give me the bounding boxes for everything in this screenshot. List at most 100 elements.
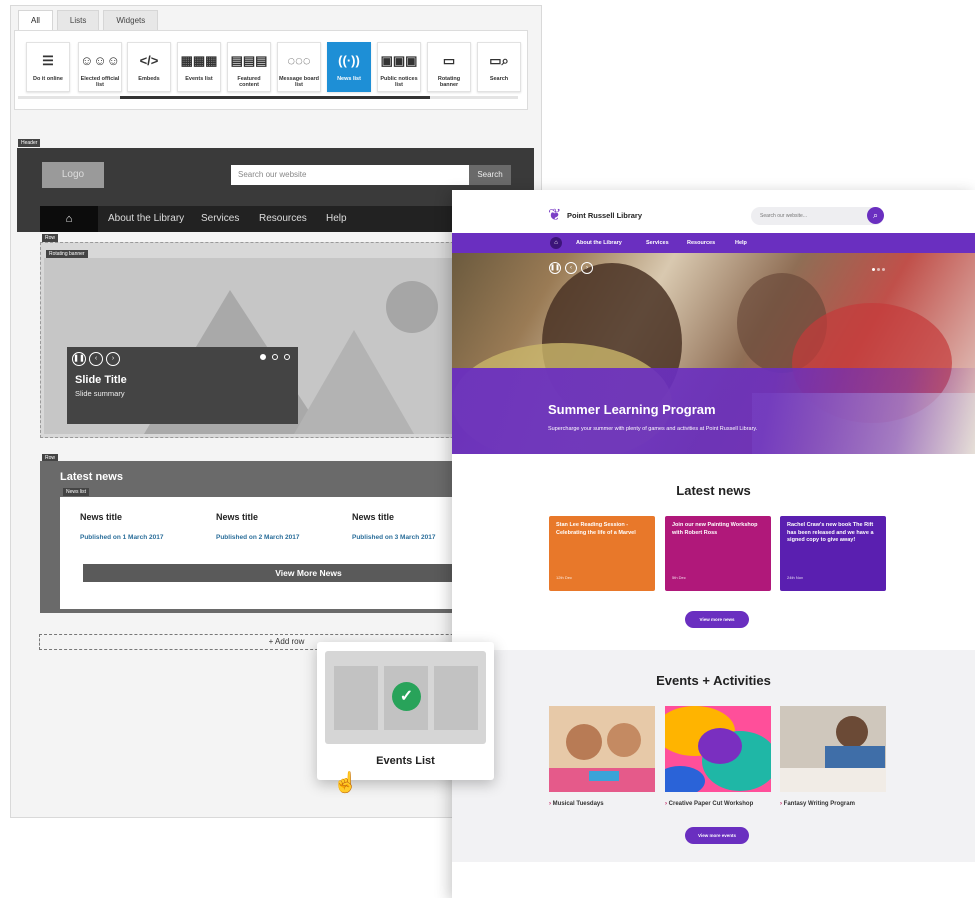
site-nav-services[interactable]: Services — [646, 240, 669, 246]
pause-icon[interactable]: ❚❚ — [72, 352, 86, 366]
speech-icon: ◌◌◌ — [287, 53, 311, 68]
next-icon[interactable]: › — [106, 352, 120, 366]
event-photo[interactable] — [665, 706, 771, 792]
hero-subtitle: Supercharge your summer with plenty of g… — [548, 426, 758, 432]
slide-dot[interactable] — [882, 268, 885, 271]
builder-search-input[interactable]: Search our website — [231, 165, 469, 185]
news-list-tag: News list — [63, 488, 90, 496]
widget-tile-label: Featured content — [237, 76, 261, 88]
prev-icon[interactable]: ‹ — [89, 352, 103, 366]
slide-title: Slide Title — [75, 374, 127, 386]
site-nav-resources[interactable]: Resources — [687, 240, 715, 246]
home-icon[interactable]: ⌂ — [550, 237, 562, 249]
event-caption[interactable]: › Musical Tuesdays — [549, 801, 604, 807]
tab-widgets[interactable]: Widgets — [103, 10, 159, 30]
news-item-date: Published on 1 March 2017 — [80, 534, 164, 541]
code-icon: </> — [139, 53, 159, 68]
checklist-icon: ☰ — [42, 53, 54, 68]
slide-dot[interactable] — [272, 354, 278, 360]
news-card-text: Join our new Painting Workshop with Robe… — [672, 522, 758, 536]
event-caption[interactable]: › Fantasy Writing Program — [780, 801, 855, 807]
view-more-news-button[interactable]: View more news — [685, 611, 749, 628]
widget-tile-label: Embeds — [138, 76, 160, 82]
widget-tile[interactable]: </> Embeds — [127, 42, 171, 92]
site-nav-help[interactable]: Help — [735, 240, 747, 246]
calendar-grid-icon: ▦▦▦ — [180, 53, 218, 68]
news-item-title[interactable]: News title — [216, 512, 258, 522]
widget-tile[interactable]: ▦▦▦ Events list — [177, 42, 221, 92]
widget-tile-label: Search — [489, 76, 509, 82]
event-column-placeholder — [334, 666, 378, 730]
rotating-banner-tag: Rotating banner — [46, 250, 88, 258]
slide-dot[interactable] — [877, 268, 880, 271]
search-bar-icon: ▭⌕ — [489, 53, 509, 68]
news-card[interactable]: Rachel Craw's new book The Rift has been… — [780, 516, 886, 591]
widget-tile-label: Elected official list — [80, 76, 120, 88]
builder-nav-about[interactable]: About the Library — [108, 213, 184, 224]
widget-tile-label: Rotating banner — [437, 76, 461, 88]
news-item-title[interactable]: News title — [352, 512, 394, 522]
header-tag: Header — [18, 139, 41, 147]
widget-tile[interactable]: ▭⌕ Search — [477, 42, 521, 92]
news-card-text: Rachel Craw's new book The Rift has been… — [787, 522, 874, 543]
next-icon[interactable]: › — [581, 262, 593, 274]
widget-tabs: All Lists Widgets — [18, 10, 162, 30]
widget-tile-label: Events list — [185, 76, 213, 82]
slide-dot[interactable] — [872, 268, 875, 271]
tab-all[interactable]: All — [18, 10, 53, 30]
builder-search-button[interactable]: Search — [469, 165, 511, 185]
builder-latest-news-heading: Latest news — [60, 471, 123, 483]
event-column-placeholder — [434, 666, 478, 730]
event-photo[interactable] — [780, 706, 886, 792]
latest-news-heading: Latest news — [676, 483, 751, 498]
news-card-text: Stan Lee Reading Session - Celebrating t… — [556, 522, 636, 536]
news-item-title[interactable]: News title — [80, 512, 122, 522]
widget-tile-label: Do it online — [33, 76, 63, 82]
hand-cursor-icon: ☝ — [333, 772, 358, 794]
palette-scrollbar-thumb[interactable] — [120, 96, 430, 99]
featured-grid-icon: ▤▤▤ — [230, 53, 268, 68]
library-logo-icon: ❦ — [548, 207, 562, 224]
image-banner-icon: ▭ — [442, 53, 456, 68]
site-search-input[interactable]: Search our website... — [751, 207, 884, 225]
news-card[interactable]: Stan Lee Reading Session - Celebrating t… — [549, 516, 655, 591]
tab-lists[interactable]: Lists — [56, 10, 100, 30]
view-more-events-button[interactable]: View more events — [685, 827, 749, 844]
widget-tile[interactable]: ▭ Rotating banner — [427, 42, 471, 92]
news-card-date: 12th Dec — [556, 574, 573, 580]
widget-tile-label: Message board list — [278, 76, 320, 88]
event-caption[interactable]: › Creative Paper Cut Workshop — [665, 801, 753, 807]
widget-tile[interactable]: ((·)) News list — [327, 42, 371, 92]
check-icon: ✓ — [392, 682, 421, 711]
widget-tile[interactable]: ☰ Do it online — [26, 42, 70, 92]
event-photo[interactable] — [549, 706, 655, 792]
slide-summary: Slide summary — [75, 389, 125, 398]
prev-icon[interactable]: ‹ — [565, 262, 577, 274]
row-tag: Row — [42, 234, 59, 242]
widget-tile[interactable]: ▣▣▣ Public notices list — [377, 42, 421, 92]
slide-dot[interactable] — [284, 354, 290, 360]
pause-icon[interactable]: ❚❚ — [549, 262, 561, 274]
site-nav-about[interactable]: About the Library — [576, 240, 622, 246]
builder-nav-help[interactable]: Help — [326, 213, 347, 224]
news-card[interactable]: Join our new Painting Workshop with Robe… — [665, 516, 771, 591]
widget-tile-label: News list — [337, 76, 361, 82]
widget-tile[interactable]: ◌◌◌ Message board list — [277, 42, 321, 92]
search-icon[interactable]: ⌕ — [867, 207, 884, 224]
home-icon[interactable]: ⌂ — [40, 206, 98, 232]
widget-tile[interactable]: ▤▤▤ Featured content — [227, 42, 271, 92]
broadcast-icon: ((·)) — [338, 53, 360, 68]
site-title[interactable]: Point Russell Library — [567, 211, 642, 220]
news-item-date: Published on 3 March 2017 — [352, 534, 436, 541]
widget-tile[interactable]: ☺☺☺ Elected official list — [78, 42, 122, 92]
events-heading: Events + Activities — [656, 673, 771, 688]
hero-title: Summer Learning Program — [548, 402, 716, 417]
news-card-date: 24th Nov — [787, 574, 804, 580]
events-list-label: Events List — [376, 755, 435, 767]
musical-tuesdays-photo — [549, 706, 655, 792]
notices-icon: ▣▣▣ — [380, 53, 418, 68]
logo-placeholder: Logo — [42, 162, 104, 188]
slide-dot[interactable] — [260, 354, 266, 360]
builder-nav-resources[interactable]: Resources — [259, 213, 307, 224]
builder-nav-services[interactable]: Services — [201, 213, 239, 224]
